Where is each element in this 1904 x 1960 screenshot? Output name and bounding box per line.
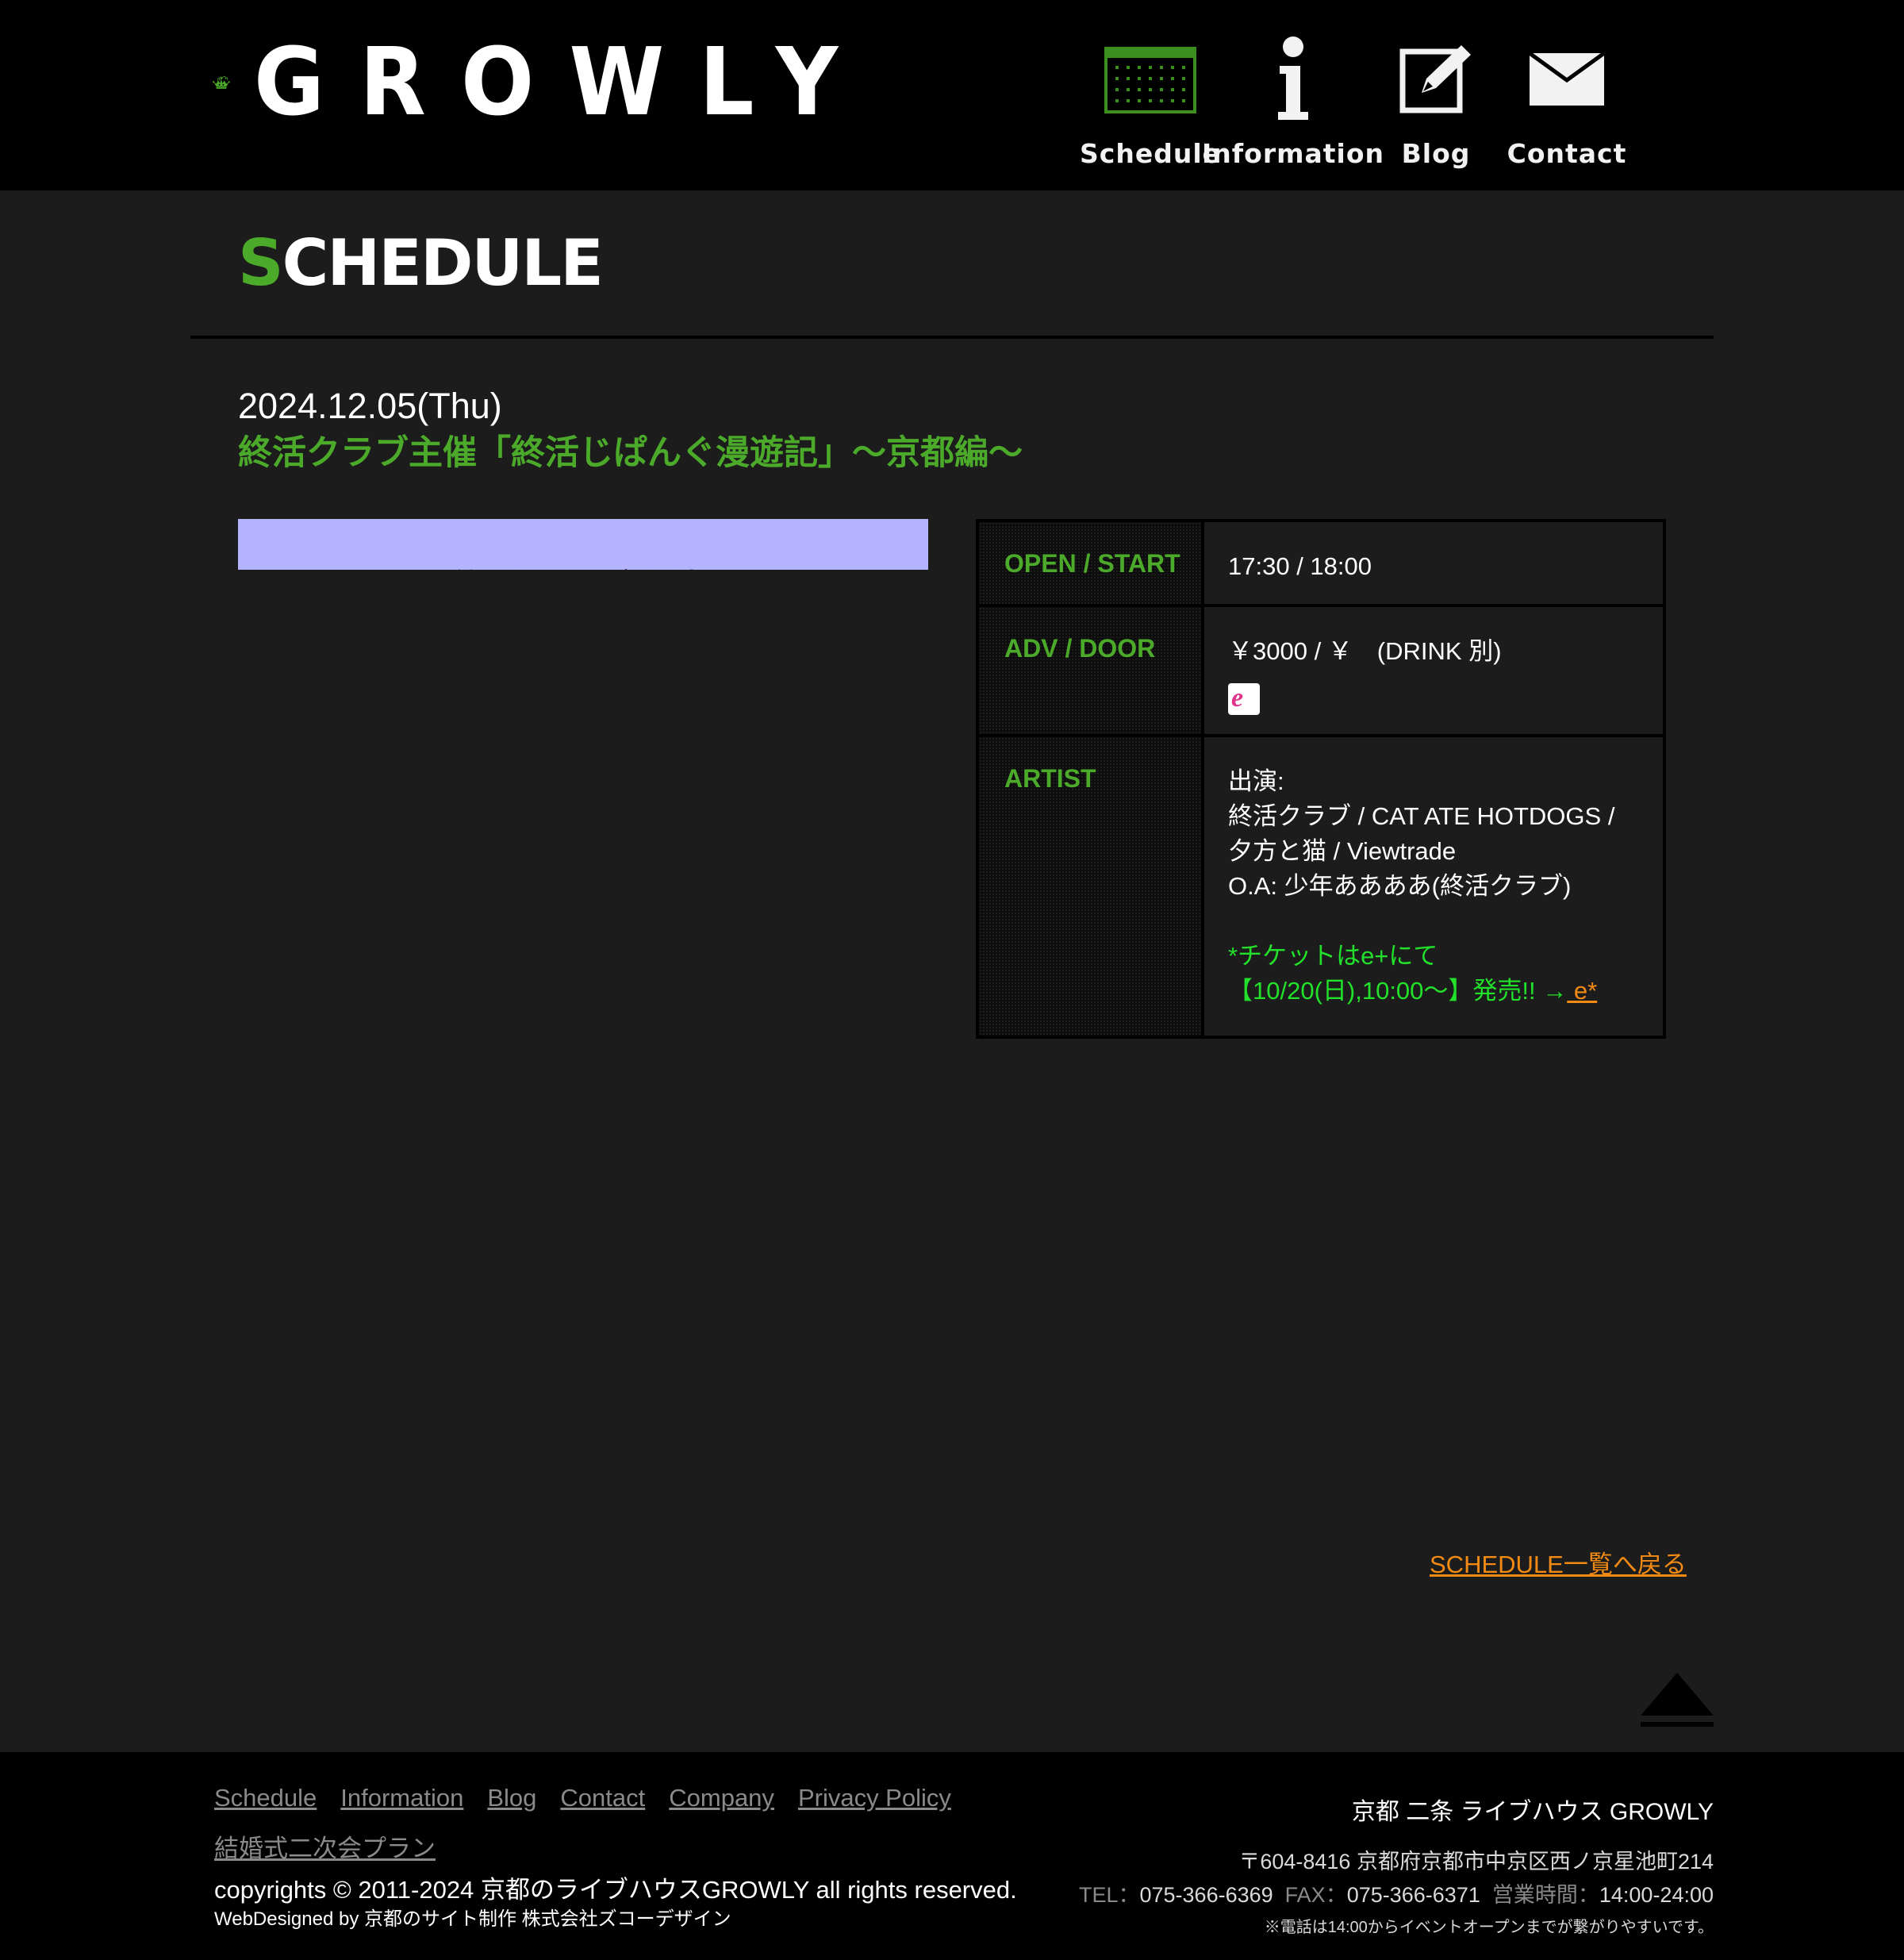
venue-address: 〒604-8416 京都府京都市中京区西ノ京星池町214 [1238,1850,1714,1874]
event-date: 2024.12.05(Thu) [238,386,502,426]
site-logo[interactable]: GROWLY [213,22,927,141]
venue-name: 京都 二条 ライブハウス GROWLY [1351,1799,1714,1825]
title-divider [190,336,1714,339]
nav-blog[interactable]: Blog [1372,32,1499,169]
crown-logo-icon [213,75,230,89]
artist-cell: 出演: 終活クラブ / CAT ATE HOTDOGS / 夕方と猫 / Vie… [1204,737,1663,1036]
open-start-label: OPEN / START [979,522,1204,604]
hours-label: 営業時間： [1491,1883,1599,1907]
site-footer: Schedule Information Blog Contact Compan… [0,1752,1904,1960]
arrow-up-icon [1641,1673,1714,1727]
back-to-schedule-link[interactable]: SCHEDULE一覧へ戻る [1430,1544,1687,1580]
main-nav: Schedule Information Blog Contact [1080,32,1634,169]
nav-label-blog: Blog [1401,138,1471,169]
artist-line: 終活クラブ / CAT ATE HOTDOGS / 夕方と猫 / Viewtra… [1228,802,1615,865]
calendar-icon [1104,32,1196,127]
copyright: copyrights © 2011-2024 京都のライブハウスGROWLY a… [214,1876,1017,1904]
artist-line: 出演: [1228,767,1284,795]
adv-door-value: ￥3000 / ￥ (DRINK 別) [1228,637,1502,665]
info-icon [1273,32,1313,127]
footer-link-wedding-plan[interactable]: 結婚式二次会プラン [214,1828,436,1864]
pencil-note-icon [1399,32,1472,127]
event-flyer-image[interactable]: 終活クラブ主催 [238,519,928,570]
scroll-to-top-button[interactable] [1641,1673,1714,1730]
hours-value: 14:00-24:00 [1599,1883,1714,1907]
footer-link-information[interactable]: Information [340,1784,463,1812]
footer-link-privacy[interactable]: Privacy Policy [798,1784,951,1812]
nav-label-contact: Contact [1507,138,1627,169]
row-artist: ARTIST 出演: 終活クラブ / CAT ATE HOTDOGS / 夕方と… [979,737,1663,1036]
nav-information[interactable]: Information [1202,32,1384,169]
footer-link-blog[interactable]: Blog [487,1784,536,1812]
logo-wordmark: GROWLY [253,27,873,136]
open-start-value: 17:30 / 18:00 [1228,552,1372,580]
flyer-partial-text: 終活クラブ主催 [452,560,708,570]
page-title: SCHEDULE [238,232,604,295]
row-adv-door: ADV / DOOR ￥3000 / ￥ (DRINK 別) e [979,607,1663,737]
eplus-link[interactable]: e* [1567,977,1597,1005]
footer-link-schedule[interactable]: Schedule [214,1784,317,1812]
page-title-rest: CHEDULE [282,226,604,300]
web-designed-credit: WebDesigned by 京都のサイト制作 株式会社ズコーデザイン [214,1908,731,1930]
artist-label: ARTIST [979,737,1204,1036]
adv-door-cell: ￥3000 / ￥ (DRINK 別) e [1204,607,1663,734]
tel-label: TEL： [1078,1883,1140,1907]
contact-line: TEL：075-366-6369 FAX：075-366-6371 営業時間：1… [1079,1877,1714,1908]
phone-note: ※電話は14:00からイベントオープンまでが繋がりやすいです。 [1264,1919,1714,1936]
footer-link-contact[interactable]: Contact [560,1784,645,1812]
fax-label: FAX： [1284,1883,1347,1907]
fax-value: 075-366-6371 [1346,1883,1480,1907]
ticket-note: *チケットはe+にて 【10/20(日),10:00〜】発売!! → e* [1228,939,1639,1009]
adv-door-label: ADV / DOOR [979,607,1204,734]
nav-label-schedule: Schedule [1080,138,1222,169]
footer-link-company[interactable]: Company [669,1784,774,1812]
eplus-icon[interactable]: e [1228,683,1260,715]
footer-nav: Schedule Information Blog Contact Compan… [214,1784,1008,1862]
event-title: 終活クラブ主催「終活じぱんぐ漫遊記」〜京都編〜 [238,433,1023,473]
envelope-icon [1530,32,1604,127]
page-title-initial: S [238,226,284,300]
artist-line: O.A: 少年ああああ(終活クラブ) [1228,872,1572,900]
ticket-note-text: *チケットはe+にて 【10/20(日),10:00〜】発売!! → [1228,942,1568,1005]
nav-contact[interactable]: Contact [1499,32,1634,169]
row-open-start: OPEN / START 17:30 / 18:00 [979,522,1663,607]
tel-value: 075-366-6369 [1139,1883,1273,1907]
nav-schedule[interactable]: Schedule [1080,32,1220,169]
event-info-table: OPEN / START 17:30 / 18:00 ADV / DOOR ￥3… [976,519,1666,1039]
site-header: GROWLY Schedule Information Blog Contact [0,0,1904,190]
nav-label-information: Information [1202,138,1384,169]
